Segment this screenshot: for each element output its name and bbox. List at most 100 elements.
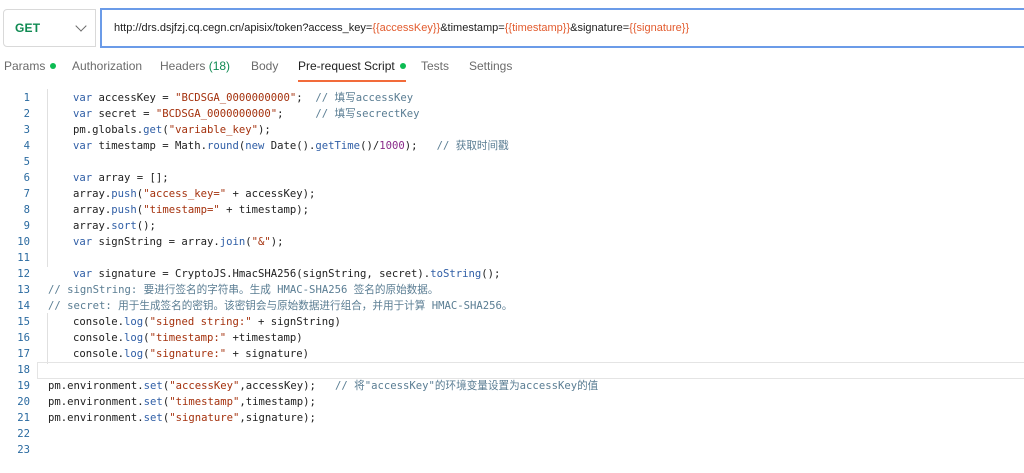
code-text: (); bbox=[481, 268, 501, 280]
code-string: "accessKey" bbox=[169, 380, 240, 392]
code-comment: // 获取时间戳 bbox=[436, 140, 509, 152]
code-keyword: var bbox=[73, 172, 93, 184]
code-string: "timestamp=" bbox=[143, 204, 220, 216]
tab-settings[interactable]: Settings bbox=[469, 54, 512, 78]
code-line[interactable]: 9 array.sort(); bbox=[0, 218, 1024, 234]
code-text: ()/ bbox=[360, 140, 380, 152]
code-keyword: var bbox=[73, 140, 93, 152]
code-string: "variable_key" bbox=[168, 124, 258, 136]
line-number: 20 bbox=[17, 396, 30, 408]
tab-authorization[interactable]: Authorization bbox=[72, 54, 142, 78]
code-keyword: new bbox=[245, 140, 265, 152]
code-content: pm.environment.set("signature",signature… bbox=[48, 410, 316, 426]
code-keyword: sort bbox=[111, 220, 137, 232]
code-line[interactable]: 6 var array = []; bbox=[0, 170, 1024, 186]
code-text: array. bbox=[73, 188, 112, 200]
code-text: + timestamp); bbox=[219, 204, 310, 216]
code-line[interactable]: 15 console.log("signed string:" + signStr… bbox=[0, 314, 1024, 330]
line-number: 23 bbox=[17, 444, 30, 456]
code-line[interactable]: 16 console.log("timestamp:" +timestamp) bbox=[0, 330, 1024, 346]
code-line[interactable]: 12 var signature = CryptoJS.HmacSHA256(si… bbox=[0, 266, 1024, 282]
code-line[interactable]: 5 bbox=[0, 154, 1024, 170]
code-text: array = []; bbox=[92, 172, 169, 184]
code-text: + signString) bbox=[251, 316, 341, 328]
tab-pre-request-script[interactable]: Pre-request Script bbox=[298, 54, 406, 82]
code-text: ,signature); bbox=[239, 412, 316, 424]
code-keyword: getTime bbox=[315, 140, 361, 152]
code-line[interactable]: 1 var accessKey = "BCDSGA_0000000000"; //… bbox=[0, 90, 1024, 106]
line-number: 12 bbox=[17, 268, 30, 280]
code-line[interactable]: 14 // secret: 用于生成签名的密钥。该密钥会与原始数据进行组合，并用于… bbox=[0, 298, 1024, 314]
code-content: var signature = CryptoJS.HmacSHA256(sign… bbox=[73, 266, 500, 282]
code-keyword: log bbox=[124, 316, 144, 328]
tab-label: Headers bbox=[160, 59, 206, 73]
tab-params[interactable]: Params bbox=[4, 54, 57, 78]
code-content: array.sort(); bbox=[73, 218, 156, 234]
line-number: 1 bbox=[23, 92, 30, 104]
code-content: pm.environment.set("accessKey",accessKey… bbox=[48, 378, 598, 394]
code-keyword: join bbox=[219, 236, 246, 248]
code-line[interactable]: 21 pm.environment.set("signature",signatu… bbox=[0, 410, 1024, 426]
code-string: "timestamp" bbox=[169, 396, 240, 408]
script-editor[interactable]: 1 var accessKey = "BCDSGA_0000000000"; //… bbox=[0, 87, 1024, 473]
tab-body[interactable]: Body bbox=[251, 54, 278, 78]
code-content: console.log("signed string:" + signStrin… bbox=[73, 314, 341, 330]
tab-label: Pre-request Script bbox=[298, 59, 395, 73]
status-dot-icon bbox=[399, 63, 406, 69]
tab-label: Settings bbox=[469, 59, 513, 73]
url-text: &timestamp= bbox=[440, 22, 505, 34]
tab-tests[interactable]: Tests bbox=[421, 54, 449, 78]
code-text: array. bbox=[73, 204, 112, 216]
code-line[interactable]: 3 pm.globals.get("variable_key"); bbox=[0, 122, 1024, 138]
line-number: 16 bbox=[17, 332, 30, 344]
code-line[interactable]: 23 bbox=[0, 442, 1024, 458]
tab-headers[interactable]: Headers (18) bbox=[160, 54, 230, 78]
code-keyword: push bbox=[111, 204, 137, 216]
url-input[interactable]: http://drs.dsjfzj.cq.cegn.cn/apisix/toke… bbox=[100, 8, 1024, 48]
code-text: pm.environment. bbox=[48, 396, 144, 408]
line-number: 7 bbox=[23, 188, 30, 200]
code-line[interactable]: 4 var timestamp = Math.round(new Date().g… bbox=[0, 138, 1024, 154]
code-line[interactable]: 11 bbox=[0, 250, 1024, 266]
code-content: array.push("access_key=" + accessKey); bbox=[73, 186, 315, 202]
code-line[interactable]: 17 console.log("signature:" + signature) bbox=[0, 346, 1024, 362]
code-text: ,timestamp); bbox=[239, 396, 316, 408]
code-text: timestamp = Math. bbox=[92, 140, 207, 152]
url-text: http://drs.dsjfzj.cq.cegn.cn/apisix/toke… bbox=[114, 22, 373, 34]
line-number: 4 bbox=[23, 140, 30, 152]
code-line[interactable]: 7 array.push("access_key=" + accessKey); bbox=[0, 186, 1024, 202]
code-comment: // 将"accessKey"的环境变量设置为accessKey的值 bbox=[335, 380, 599, 392]
code-text: console. bbox=[73, 316, 125, 328]
code-content: var accessKey = "BCDSGA_0000000000"; // … bbox=[73, 90, 413, 106]
code-content: pm.environment.set("timestamp",timestamp… bbox=[48, 394, 316, 410]
code-text: Date(). bbox=[264, 140, 316, 152]
code-content: console.log("timestamp:" +timestamp) bbox=[73, 330, 303, 346]
line-number: 17 bbox=[17, 348, 30, 360]
line-number: 21 bbox=[17, 412, 30, 424]
code-text: ); bbox=[258, 124, 271, 136]
method-select[interactable]: GET bbox=[3, 9, 96, 47]
code-line[interactable]: 19 pm.environment.set("accessKey",accessK… bbox=[0, 378, 1024, 394]
line-number: 5 bbox=[23, 156, 30, 168]
code-line[interactable]: 22 bbox=[0, 426, 1024, 442]
line-number: 14 bbox=[17, 300, 30, 312]
tab-label: Body bbox=[251, 59, 279, 73]
code-text: accessKey = bbox=[92, 92, 176, 104]
code-text: array. bbox=[73, 220, 112, 232]
code-line[interactable]: 2 var secret = "BCDSGA_0000000000"; // 填写… bbox=[0, 106, 1024, 122]
code-line[interactable]: 13 // signString: 要进行签名的字符串。生成 HMAC-SHA25… bbox=[0, 282, 1024, 298]
code-text: +timestamp) bbox=[226, 332, 303, 344]
code-line[interactable]: 8 array.push("timestamp=" + timestamp); bbox=[0, 202, 1024, 218]
code-content: console.log("signature:" + signature) bbox=[73, 346, 309, 362]
code-line[interactable]: 18 bbox=[0, 362, 1024, 378]
code-line[interactable]: 20 pm.environment.set("timestamp",timesta… bbox=[0, 394, 1024, 410]
code-keyword: round bbox=[206, 140, 239, 152]
code-line[interactable]: 10 var signString = array.join("&"); bbox=[0, 234, 1024, 250]
code-text: console. bbox=[73, 348, 125, 360]
code-content: // secret: 用于生成签名的密钥。该密钥会与原始数据进行组合，并用于计算… bbox=[48, 298, 513, 314]
line-number: 22 bbox=[17, 428, 30, 440]
code-keyword: set bbox=[143, 412, 163, 424]
code-text: ; bbox=[277, 108, 316, 120]
code-string: "signature" bbox=[169, 412, 240, 424]
code-string: "BCDSGA_0000000000" bbox=[175, 92, 297, 104]
